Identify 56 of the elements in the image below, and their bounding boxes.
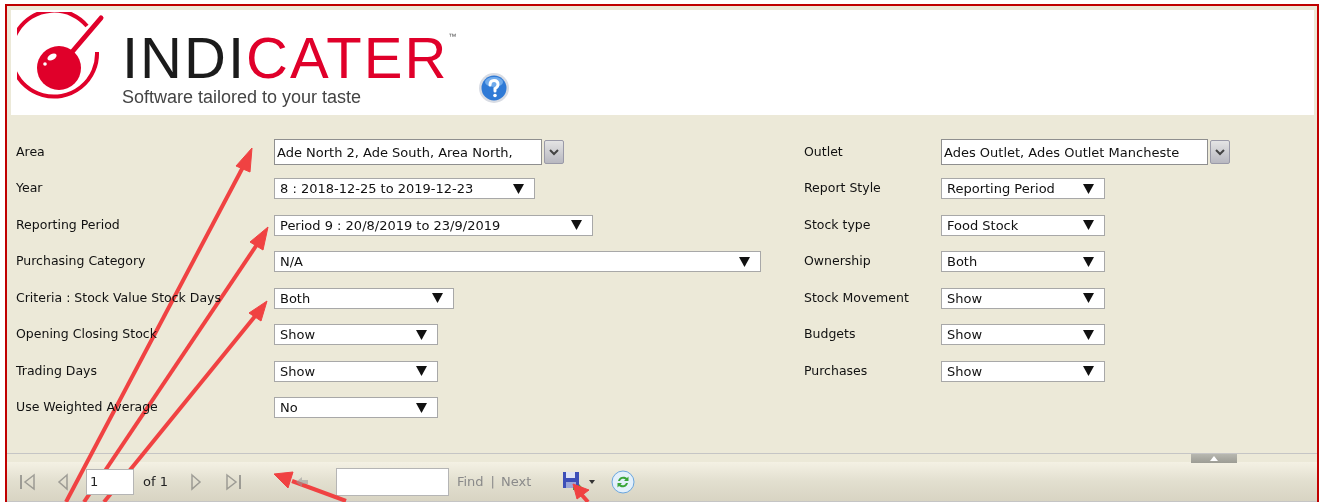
chevron-down-icon bbox=[1215, 148, 1225, 156]
dropdown-select[interactable]: Period 9 : 20/8/2019 to 23/9/2019 bbox=[274, 214, 593, 236]
dropdown-select[interactable]: N/A bbox=[274, 251, 761, 273]
dropdown-arrow-icon bbox=[513, 183, 524, 194]
dropdown-select[interactable]: Show bbox=[274, 324, 438, 346]
field-label: Report Style bbox=[804, 179, 882, 198]
field-label: Trading Days bbox=[16, 361, 99, 380]
dropdown-arrow-icon bbox=[416, 402, 427, 413]
dropdown-arrow-icon bbox=[1083, 220, 1094, 231]
page-count: of 1 bbox=[143, 472, 168, 491]
dropdown-select[interactable]: 8 : 2018-12-25 to 2019-12-23 bbox=[274, 178, 535, 200]
caret-icon[interactable] bbox=[589, 479, 596, 484]
dropdown-select[interactable]: Show bbox=[941, 324, 1105, 346]
dropdown-select[interactable]: Both bbox=[274, 287, 454, 309]
logo-tagline: Software tailored to your taste bbox=[122, 86, 363, 108]
dropdown-arrow-icon bbox=[1083, 293, 1094, 304]
dropdown-select[interactable]: Show bbox=[941, 360, 1105, 382]
dropdown-arrow-icon bbox=[571, 220, 582, 231]
help-icon[interactable] bbox=[478, 72, 511, 104]
multiselect-field[interactable]: Ades Outlet, Ades Outlet Mancheste bbox=[941, 139, 1208, 166]
dropdown-arrow-icon bbox=[432, 293, 443, 304]
logo-text: INDICATER™ bbox=[122, 32, 457, 84]
dropdown-button[interactable] bbox=[544, 140, 564, 165]
dropdown-arrow-icon bbox=[739, 256, 750, 267]
collapse-button[interactable] bbox=[1191, 454, 1237, 463]
field-label: Year bbox=[16, 179, 44, 198]
dropdown-select[interactable]: Reporting Period bbox=[941, 178, 1105, 200]
dropdown-select[interactable]: Both bbox=[941, 251, 1105, 273]
dropdown-arrow-icon bbox=[1083, 256, 1094, 267]
field-label: Purchasing Category bbox=[16, 252, 147, 271]
up-arrow-icon bbox=[1210, 456, 1218, 461]
field-label: Budgets bbox=[804, 325, 857, 344]
field-label: Purchases bbox=[804, 361, 869, 380]
dropdown-select[interactable]: Show bbox=[941, 287, 1105, 309]
dropdown-button[interactable] bbox=[1210, 140, 1230, 165]
chevron-down-icon bbox=[549, 148, 559, 156]
dropdown-arrow-icon bbox=[416, 329, 427, 340]
separator-text: | bbox=[490, 472, 495, 491]
field-label: Stock Movement bbox=[804, 288, 910, 307]
dropdown-select[interactable]: Show bbox=[274, 360, 438, 382]
field-label: Area bbox=[16, 142, 46, 161]
refresh-icon[interactable] bbox=[611, 469, 636, 494]
field-label: Reporting Period bbox=[16, 215, 121, 234]
field-label: Stock type bbox=[804, 215, 872, 234]
field-label: Outlet bbox=[804, 142, 844, 161]
dropdown-arrow-icon bbox=[416, 366, 427, 377]
page-number-field[interactable]: 1 bbox=[86, 468, 134, 495]
field-label: Ownership bbox=[804, 252, 872, 271]
dropdown-select[interactable]: Food Stock bbox=[941, 214, 1105, 236]
find-field[interactable] bbox=[335, 467, 449, 496]
dropdown-select[interactable]: No bbox=[274, 397, 438, 419]
multiselect-field[interactable]: Ade North 2, Ade South, Area North, bbox=[274, 139, 542, 166]
dropdown-arrow-icon bbox=[1083, 329, 1094, 340]
dropdown-arrow-icon bbox=[1083, 366, 1094, 377]
dropdown-arrow-icon bbox=[1083, 183, 1094, 194]
annotation-arrow bbox=[572, 483, 590, 502]
